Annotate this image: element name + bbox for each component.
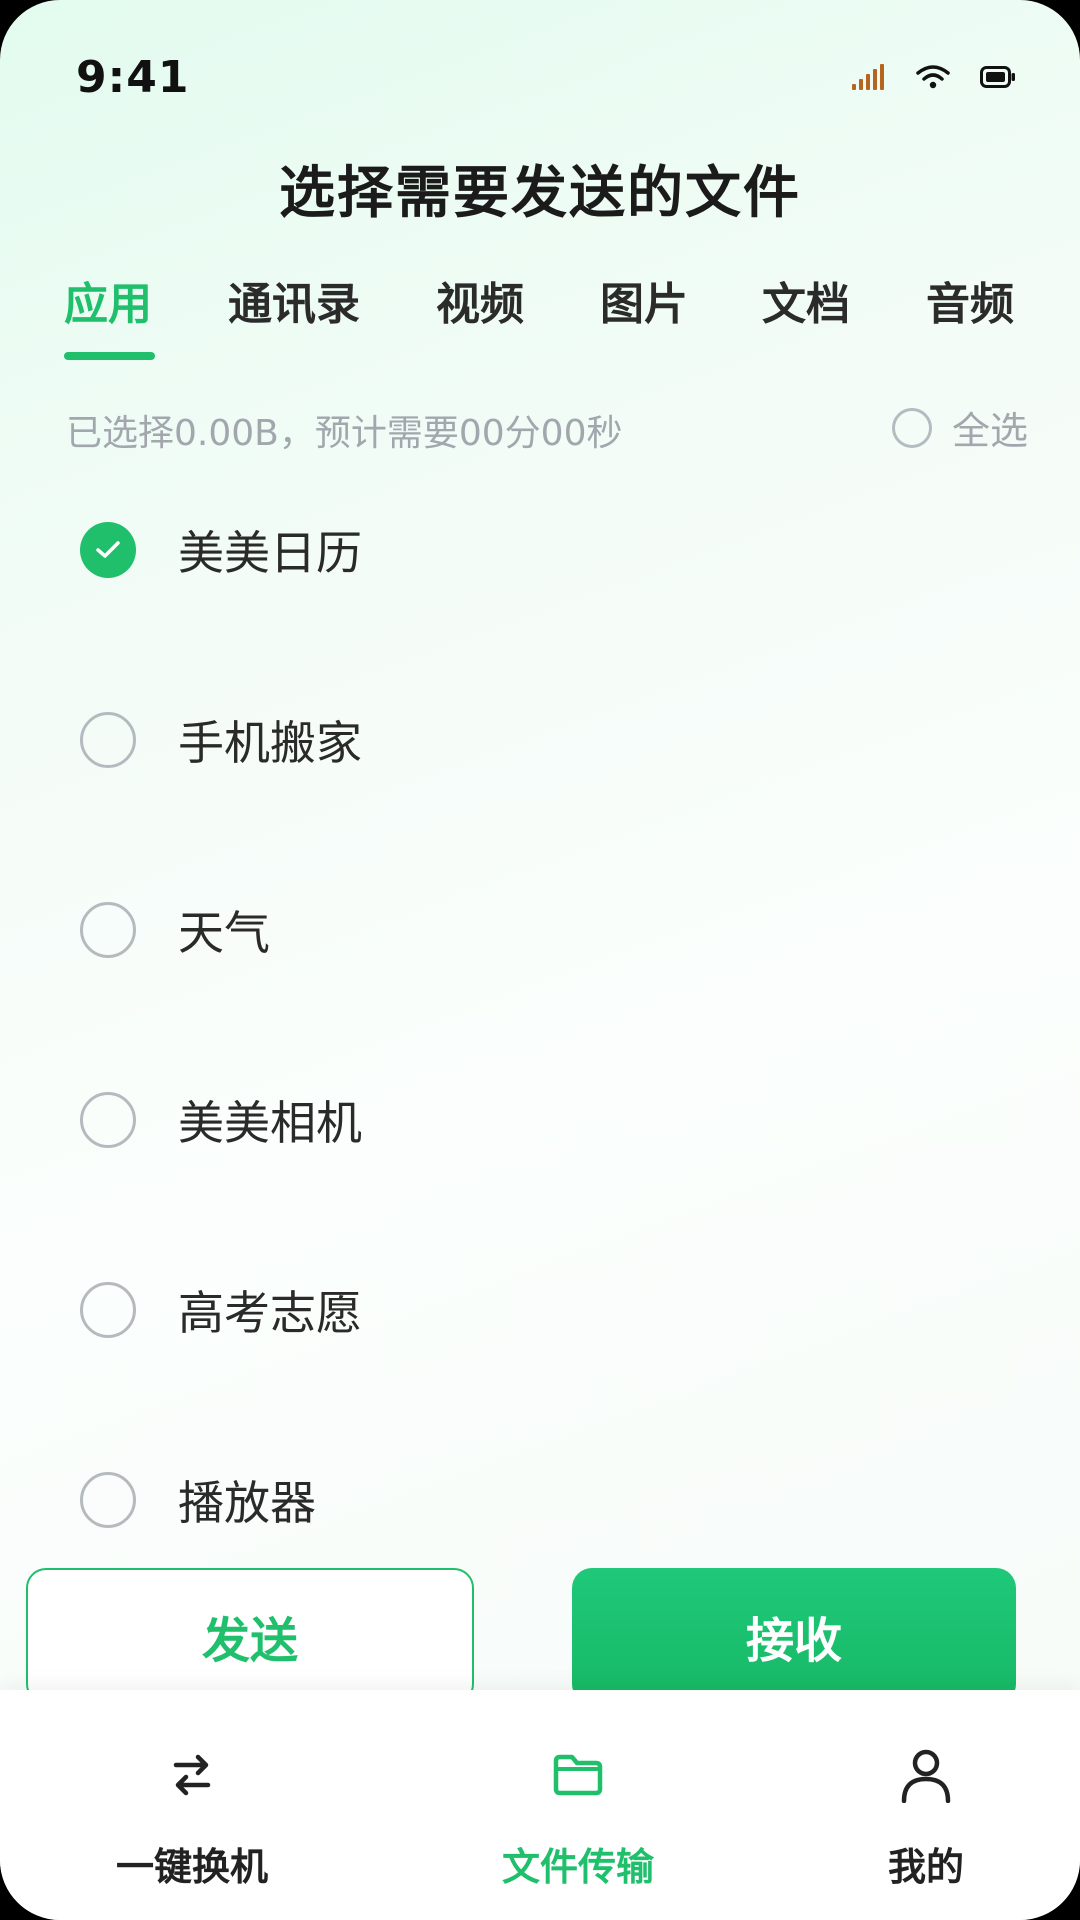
select-all-toggle[interactable]: 全选 <box>891 400 1028 455</box>
tab-audio[interactable]: 音频 <box>926 268 1014 332</box>
tab-images[interactable]: 图片 <box>600 268 688 332</box>
checkbox[interactable] <box>80 712 136 768</box>
checkbox-checked[interactable] <box>80 522 136 578</box>
status-time: 9:41 <box>76 52 190 103</box>
tab-documents[interactable]: 文档 <box>762 268 850 332</box>
nav-one-click-switch[interactable]: 一键换机 <box>42 1740 342 1891</box>
checkbox[interactable] <box>80 1092 136 1148</box>
active-tab-indicator <box>64 352 155 360</box>
app-name: 播放器 <box>178 1476 316 1530</box>
app-name: 天气 <box>178 906 270 960</box>
folder-icon <box>552 1740 604 1810</box>
app-name: 高考志愿 <box>178 1286 362 1340</box>
nav-file-transfer[interactable]: 文件传输 <box>428 1740 728 1891</box>
signal-icon <box>852 64 886 90</box>
nav-label: 一键换机 <box>115 1845 268 1889</box>
user-icon <box>900 1740 952 1810</box>
receive-button[interactable]: 接收 <box>572 1568 1016 1704</box>
tab-apps[interactable]: 应用 <box>64 268 152 332</box>
list-item[interactable]: 手机搬家 <box>80 710 362 770</box>
list-item[interactable]: 美美日历 <box>80 520 362 580</box>
nav-label: 我的 <box>887 1845 964 1889</box>
app-name: 美美日历 <box>178 526 362 580</box>
tab-videos[interactable]: 视频 <box>436 268 524 332</box>
status-icons <box>852 64 1016 90</box>
send-button[interactable]: 发送 <box>26 1568 474 1704</box>
list-item[interactable]: 高考志愿 <box>80 1280 362 1340</box>
app-name: 手机搬家 <box>178 716 362 770</box>
phone-screen: 9:41 选择需要发送的文件 应用 通讯录 视频 图片 文档 音频 已选择0.0… <box>0 0 1080 1920</box>
app-name: 美美相机 <box>178 1096 362 1150</box>
nav-label: 文件传输 <box>501 1845 654 1889</box>
battery-icon <box>980 65 1016 89</box>
checkbox[interactable] <box>80 902 136 958</box>
checkbox[interactable] <box>80 1282 136 1338</box>
select-all-radio[interactable] <box>891 407 932 448</box>
swap-arrows-icon <box>170 1740 214 1810</box>
check-icon <box>96 541 120 558</box>
select-all-label: 全选 <box>951 409 1028 453</box>
selection-summary: 已选择0.00B，预计需要00分00秒 <box>66 413 623 454</box>
nav-mine[interactable]: 我的 <box>776 1740 1076 1891</box>
list-item[interactable]: 美美相机 <box>80 1090 362 1150</box>
category-tabs: 应用 通讯录 视频 图片 文档 音频 <box>0 268 1080 358</box>
bottom-navigation: 一键换机 文件传输 我的 <box>0 1690 1080 1920</box>
checkbox[interactable] <box>80 1472 136 1528</box>
list-item[interactable]: 天气 <box>80 900 270 960</box>
list-item[interactable]: 播放器 <box>80 1470 316 1530</box>
page-title: 选择需要发送的文件 <box>279 161 801 226</box>
wifi-icon <box>916 64 950 90</box>
tab-contacts[interactable]: 通讯录 <box>228 268 360 332</box>
